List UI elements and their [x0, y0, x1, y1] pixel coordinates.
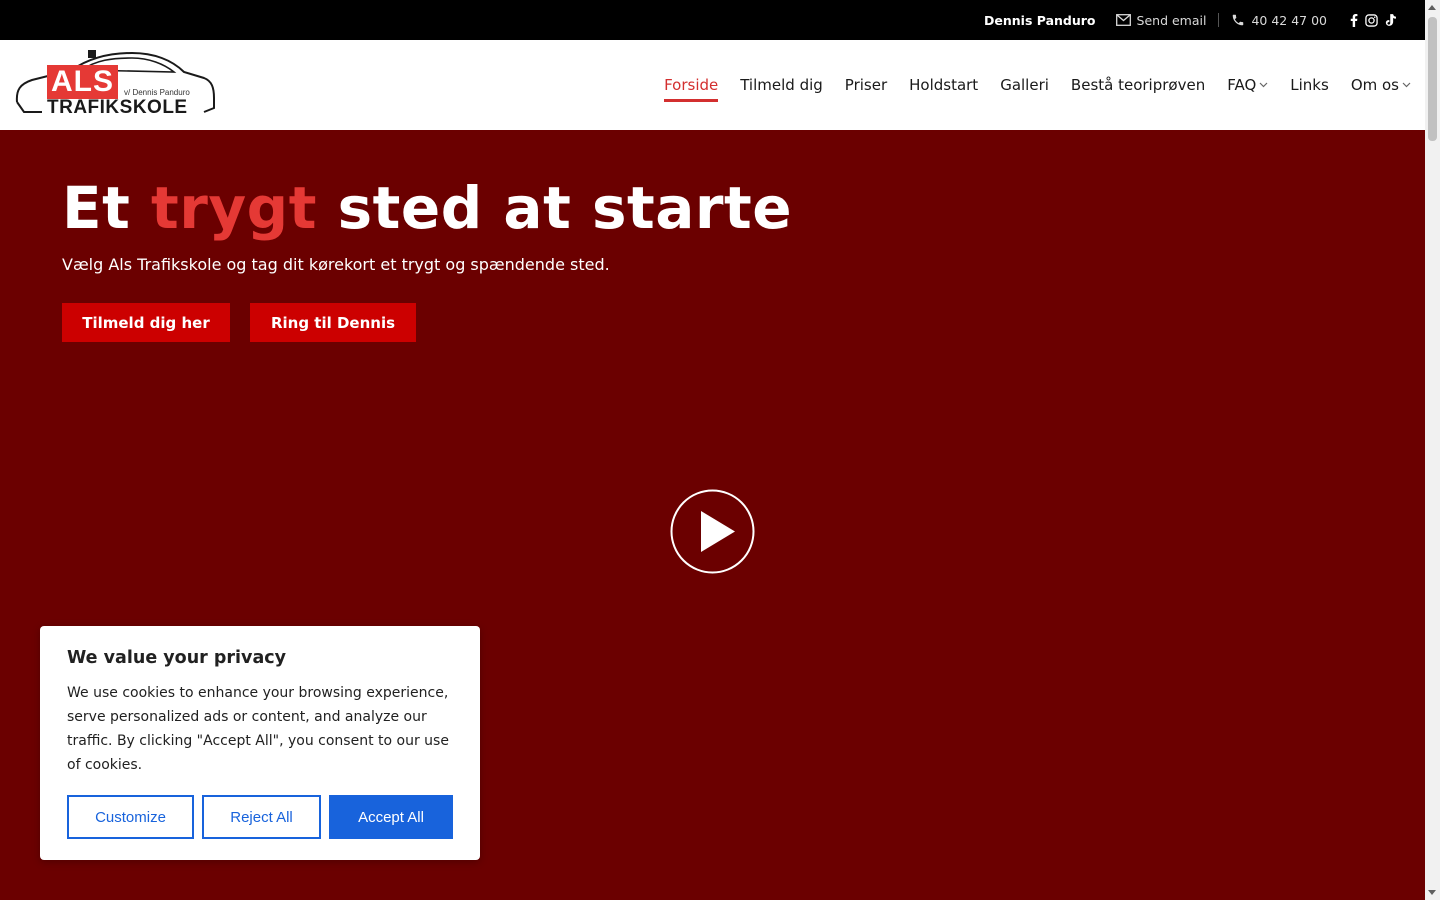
nav-item-galleri[interactable]: Galleri [1000, 40, 1049, 130]
chevron-down-icon [1402, 82, 1411, 88]
site-header: ALS v/ Dennis Panduro TRAFIKSKOLE Forsid… [0, 40, 1425, 130]
reject-all-button[interactable]: Reject All [202, 795, 321, 839]
call-dennis-button[interactable]: Ring til Dennis [250, 303, 416, 342]
signup-button[interactable]: Tilmeld dig her [62, 303, 230, 342]
site-logo[interactable]: ALS v/ Dennis Panduro TRAFIKSKOLE [14, 50, 216, 120]
play-video-button[interactable] [670, 489, 755, 574]
nav-item-om-os[interactable]: Om os [1351, 40, 1411, 130]
hero-subtitle: Vælg Als Trafikskole og tag dit kørekort… [62, 255, 610, 274]
nav-item-forside[interactable]: Forside [664, 40, 719, 130]
social-links [1343, 13, 1397, 27]
mail-icon [1115, 14, 1131, 26]
accept-all-button[interactable]: Accept All [329, 795, 453, 839]
tiktok-icon[interactable] [1385, 13, 1397, 27]
top-bar: Dennis Panduro Send email 40 42 47 00 [0, 0, 1425, 40]
topbar-divider [1218, 13, 1220, 27]
nav-item-faq[interactable]: FAQ [1227, 40, 1268, 130]
cookie-buttons: Customize Reject All Accept All [67, 795, 453, 839]
nav-item-holdstart[interactable]: Holdstart [909, 40, 978, 130]
nav-item-priser[interactable]: Priser [845, 40, 887, 130]
cookie-title: We value your privacy [67, 648, 287, 668]
logo-trafikskole: TRAFIKSKOLE [47, 97, 188, 118]
phone-number: 40 42 47 00 [1251, 12, 1327, 28]
phone-link[interactable]: 40 42 47 00 [1231, 13, 1327, 28]
nav-item-tilmeld-dig[interactable]: Tilmeld dig [740, 40, 823, 130]
scroll-down-arrow[interactable] [1428, 890, 1436, 895]
play-icon [670, 489, 755, 574]
main-nav: Forside Tilmeld dig Priser Holdstart Gal… [642, 40, 1411, 130]
cookie-body: We use cookies to enhance your browsing … [67, 685, 449, 773]
phone-icon [1233, 14, 1244, 26]
instagram-icon[interactable] [1365, 13, 1378, 27]
send-email-label: Send email [1136, 12, 1207, 28]
owner-name: Dennis Panduro [984, 12, 1096, 28]
logo-als: ALS [47, 65, 118, 99]
facebook-icon[interactable] [1350, 13, 1358, 27]
hero-title: Et trygt sted at starte [62, 174, 793, 242]
logo-subtitle: v/ Dennis Panduro [124, 88, 190, 97]
hero-title-accent: trygt [151, 174, 317, 242]
page-scrollbar[interactable] [1425, 0, 1440, 900]
chevron-down-icon [1259, 82, 1268, 88]
scroll-thumb[interactable] [1428, 17, 1437, 141]
nav-item-links[interactable]: Links [1290, 40, 1329, 130]
scroll-up-arrow[interactable] [1428, 5, 1436, 10]
customize-button[interactable]: Customize [67, 795, 194, 839]
nav-item-besta-teoriproeven[interactable]: Bestå teoriprøven [1071, 40, 1205, 130]
send-email-link[interactable]: Send email [1115, 12, 1207, 28]
cookie-consent-banner: We value your privacy We use cookies to … [40, 626, 480, 860]
